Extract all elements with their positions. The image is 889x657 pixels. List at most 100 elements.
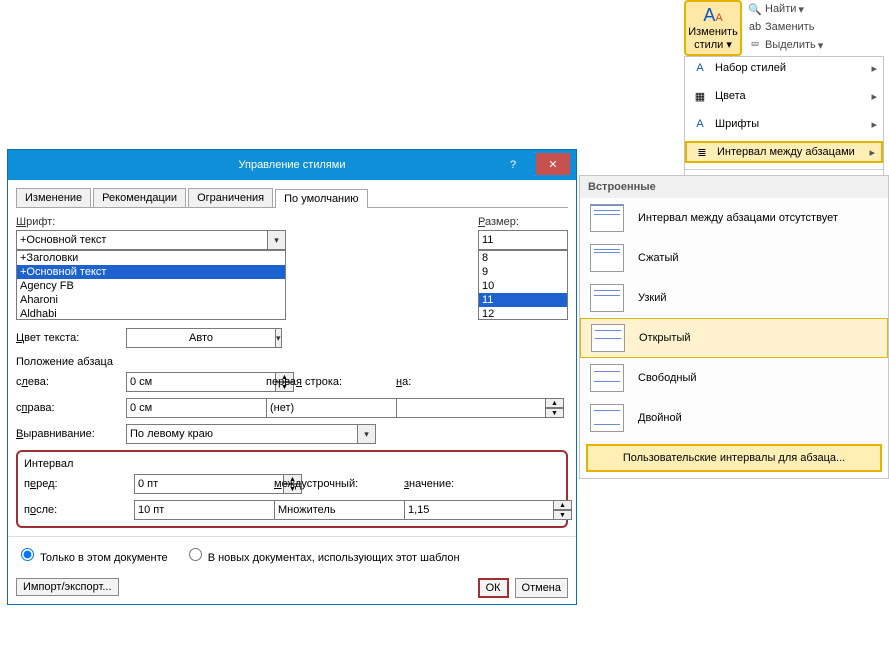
replace-icon: ab [748,21,762,33]
before-input[interactable] [134,474,284,494]
interval-title: Интервал [24,458,560,470]
font-input[interactable] [16,230,268,250]
left-spinner[interactable]: ▲▼ [126,372,246,392]
dialog-titlebar: Управление стилями ? ✕ [8,150,576,180]
spacing-tight[interactable]: Сжатый [580,238,888,278]
size-label: Размер: [478,216,568,228]
size-input[interactable] [478,230,568,250]
help-button[interactable]: ? [496,150,530,180]
on-spinner[interactable]: ▲▼ [396,398,476,418]
left-label: слева: [16,376,126,388]
first-line-input[interactable] [266,398,416,418]
after-spinner[interactable]: ▲▼ [134,500,254,520]
text-color-input[interactable] [126,328,276,348]
list-item[interactable]: 8 [479,251,567,265]
change-styles-label: Изменить [688,26,738,38]
spacing-open[interactable]: Открытый [580,318,888,358]
list-item[interactable]: 12 [479,307,567,320]
tab-default[interactable]: По умолчанию [275,189,367,208]
first-line-label: первая строка: [266,376,376,388]
binoculars-icon: 🔍 [748,3,762,16]
para-position-label: Положение абзаца [16,356,568,368]
on-label: на: [396,376,506,388]
text-color-label: Цвет текста: [16,332,126,344]
spacing-double[interactable]: Двойной [580,398,888,438]
spin-down-icon[interactable]: ▼ [546,408,564,418]
gallery-heading: Встроенные [580,176,888,198]
style-set-icon: A [691,62,709,74]
align-combo[interactable]: ▾ [126,424,376,444]
cancel-button[interactable]: Отмена [515,578,568,598]
find-button[interactable]: 🔍Найти▾ [746,0,825,18]
chevron-down-icon[interactable]: ▾ [358,424,376,444]
dialog-title: Управление стилями [239,159,346,171]
menu-paragraph-spacing[interactable]: ≣Интервал между абзацами▸ [685,141,883,163]
chevron-down-icon[interactable]: ▾ [268,230,286,250]
list-item[interactable]: Aharoni [17,293,285,307]
radio-new-documents[interactable]: В новых документах, использующих этот ша… [184,545,460,564]
align-input[interactable] [126,424,358,444]
font-label: Шрифт: [16,216,286,228]
style-aa-icon: AA [703,5,722,26]
fonts-icon: A [691,118,709,130]
list-item[interactable]: 9 [479,265,567,279]
value-label: значение: [404,478,514,490]
spacing-narrow[interactable]: Узкий [580,278,888,318]
import-export-button[interactable]: Импорт/экспорт... [16,578,119,596]
right-spinner[interactable]: ▲▼ [126,398,246,418]
radio-this-document[interactable]: Только в этом документе [16,545,168,564]
font-listbox[interactable]: +Заголовки +Основной текст Agency FB Aha… [16,250,286,320]
thumb-icon [590,364,624,392]
font-combo[interactable]: ▾ [16,230,286,250]
tab-recommend[interactable]: Рекомендации [93,188,186,207]
text-color-combo[interactable]: ▾ [126,328,246,348]
colors-icon: ▦ [691,90,709,103]
line-spacing-input[interactable] [274,500,424,520]
list-item[interactable]: +Основной текст [17,265,285,279]
dialog-tabs: Изменение Рекомендации Ограничения По ум… [16,188,568,208]
spin-down-icon[interactable]: ▼ [554,510,572,520]
value-spinner[interactable]: ▲▼ [404,500,484,520]
after-label: после: [24,504,134,516]
menu-style-set[interactable]: AНабор стилей▸ [685,57,883,79]
thumb-icon [590,244,624,272]
manage-styles-dialog: Управление стилями ? ✕ Изменение Рекомен… [7,149,577,605]
spacing-gallery: Встроенные Интервал между абзацами отсут… [579,175,889,479]
menu-colors[interactable]: ▦Цвета▸ [685,85,883,107]
close-button[interactable]: ✕ [536,153,570,175]
tab-edit[interactable]: Изменение [16,188,91,207]
spacing-custom[interactable]: Пользовательские интервалы для абзаца... [586,444,882,472]
on-input[interactable] [396,398,546,418]
spin-up-icon[interactable]: ▲ [546,398,564,408]
spacing-none[interactable]: Интервал между абзацами отсутствует [580,198,888,238]
before-spinner[interactable]: ▲▼ [134,474,254,494]
para-spacing-icon: ≣ [693,146,711,159]
thumb-icon [590,404,624,432]
list-item[interactable]: +Заголовки [17,251,285,265]
size-listbox[interactable]: 8 9 10 11 12 [478,250,568,320]
list-item[interactable]: Aldhabi [17,307,285,320]
value-input[interactable] [404,500,554,520]
list-item[interactable]: Agency FB [17,279,285,293]
line-spacing-combo[interactable]: ▾ [274,500,384,520]
list-item[interactable]: 10 [479,279,567,293]
ok-button[interactable]: ОК [478,578,509,598]
first-line-combo[interactable]: ▾ [266,398,376,418]
thumb-icon [590,284,624,312]
select-button[interactable]: ⮹Выделить▾ [746,36,825,54]
tab-restrict[interactable]: Ограничения [188,188,273,207]
spin-up-icon[interactable]: ▲ [554,500,572,510]
after-input[interactable] [134,500,284,520]
right-label: справа: [16,402,126,414]
change-styles-button[interactable]: AA Изменить стили ▾ [684,0,742,56]
spacing-free[interactable]: Свободный [580,358,888,398]
replace-button[interactable]: abЗаменить [746,18,825,36]
line-spacing-label: междустрочный: [274,478,384,490]
right-input[interactable] [126,398,276,418]
change-styles-label2: стили ▾ [694,38,732,51]
left-input[interactable] [126,372,276,392]
thumb-icon [590,204,624,232]
menu-fonts[interactable]: AШрифты▸ [685,113,883,135]
chevron-down-icon[interactable]: ▾ [276,328,282,348]
list-item[interactable]: 11 [479,293,567,307]
